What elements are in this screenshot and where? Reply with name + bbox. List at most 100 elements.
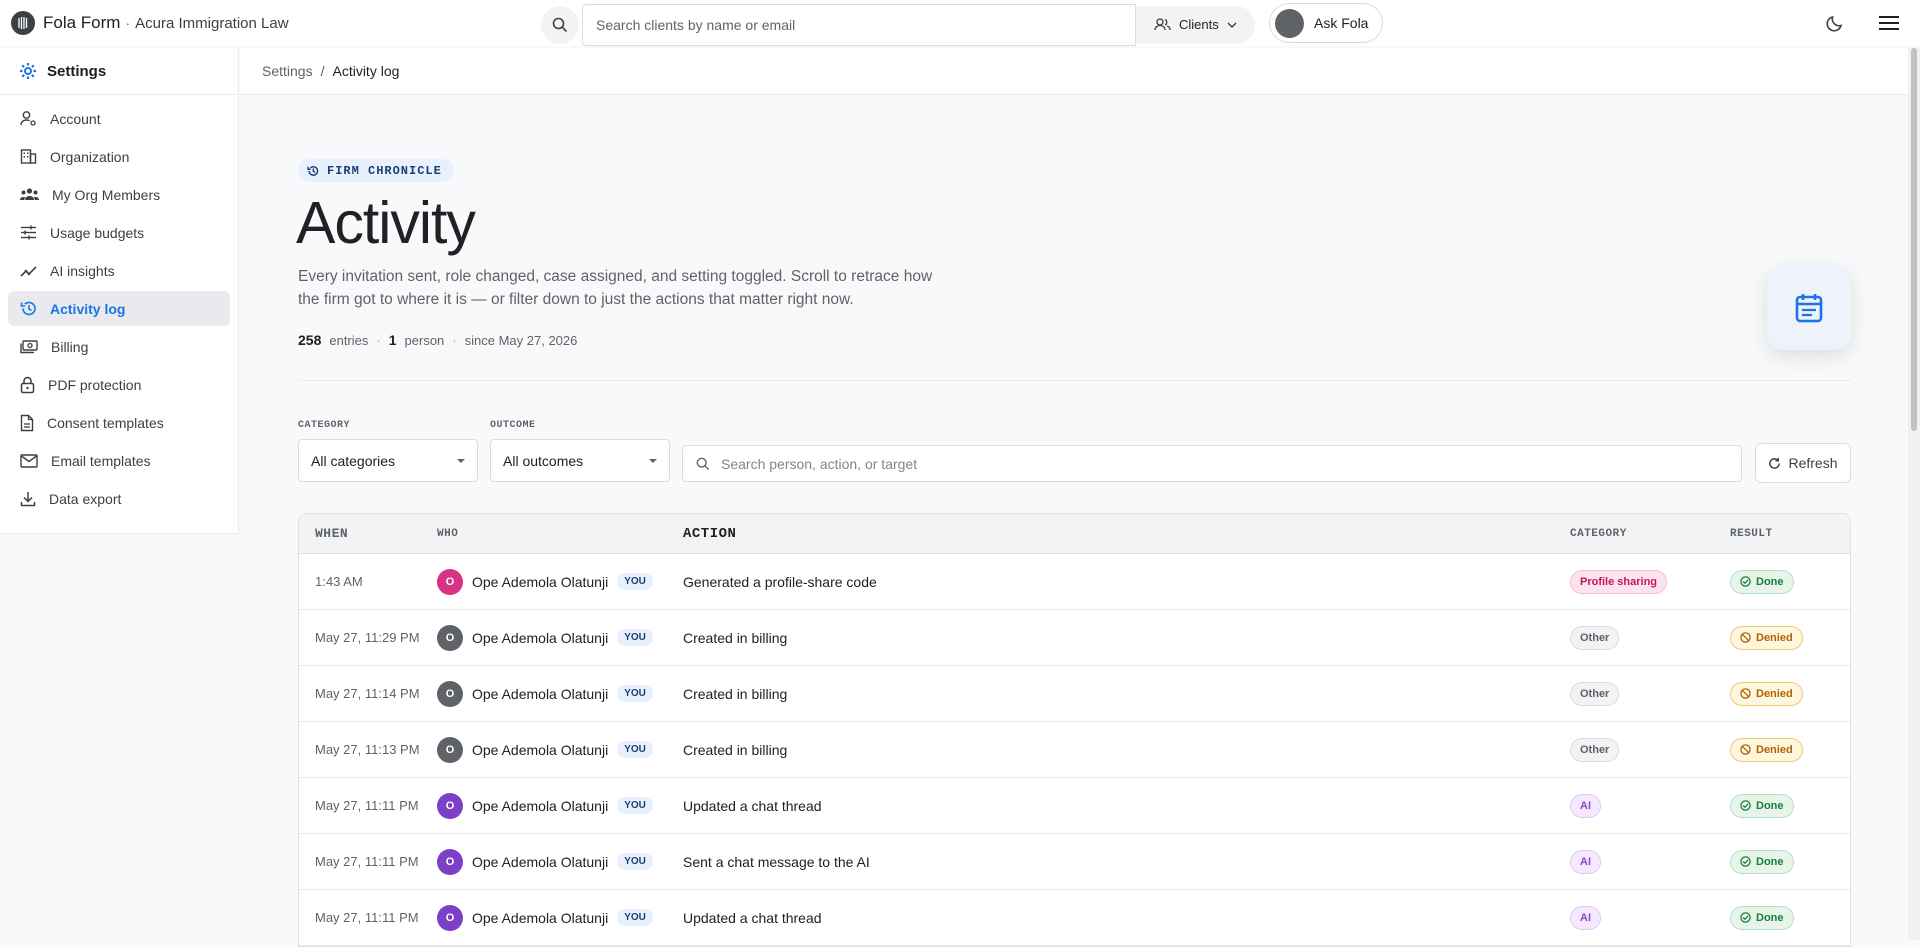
table-row[interactable]: May 27, 11:11 PM O Ope Ademola Olatunji YOU… bbox=[299, 778, 1850, 834]
sidebar-item-label: Consent templates bbox=[47, 414, 164, 431]
billing-icon bbox=[20, 339, 38, 353]
lock-icon bbox=[20, 376, 35, 393]
sidebar-item-data-export[interactable]: Data export bbox=[8, 481, 230, 516]
row-action: Sent a chat message to the AI bbox=[683, 853, 870, 870]
row-who-name: Ope Ademola Olatunji bbox=[472, 741, 609, 758]
people-icon bbox=[1154, 18, 1171, 31]
row-when: May 27, 11:11 PM bbox=[315, 910, 419, 925]
dark-mode-icon[interactable] bbox=[1822, 10, 1848, 36]
refresh-button[interactable]: Refresh bbox=[1755, 443, 1851, 483]
result-label: Denied bbox=[1756, 743, 1793, 756]
breadcrumb-parent[interactable]: Settings bbox=[262, 63, 313, 79]
header-when[interactable]: WHEN bbox=[299, 526, 437, 541]
row-category: AI bbox=[1570, 849, 1730, 874]
caret-down-icon bbox=[457, 458, 465, 463]
row-when: May 27, 11:11 PM bbox=[315, 854, 419, 869]
row-result: Done bbox=[1730, 905, 1850, 930]
sliders-icon bbox=[21, 225, 36, 240]
outcome-select[interactable]: All outcomes bbox=[490, 439, 670, 482]
header-category[interactable]: CATEGORY bbox=[1570, 528, 1730, 540]
menu-icon[interactable] bbox=[1876, 10, 1902, 36]
main-content: FIRM CHRONICLE Activity Every invitation… bbox=[240, 96, 1908, 947]
members-icon bbox=[20, 188, 39, 200]
table-row[interactable]: May 27, 11:11 PM O Ope Ademola Olatunji YOU… bbox=[299, 834, 1850, 890]
sidebar-item-org-members[interactable]: My Org Members bbox=[8, 177, 230, 212]
sidebar-item-email-templates[interactable]: Email templates bbox=[8, 443, 230, 478]
result-label: Denied bbox=[1756, 631, 1793, 644]
category-select[interactable]: All categories bbox=[298, 439, 478, 482]
you-badge: YOU bbox=[617, 797, 653, 814]
page-scrollbar[interactable] bbox=[1908, 48, 1920, 940]
stat-separator: · bbox=[376, 332, 381, 348]
result-label: Done bbox=[1756, 799, 1784, 812]
avatar: O bbox=[437, 624, 463, 651]
row-result: Denied bbox=[1730, 737, 1850, 762]
sidebar-item-pdf-protection[interactable]: PDF protection bbox=[8, 367, 230, 402]
row-who: O Ope Ademola Olatunji YOU bbox=[437, 680, 683, 707]
row-who-name: Ope Ademola Olatunji bbox=[472, 797, 609, 814]
header-action[interactable]: ACTION bbox=[683, 526, 1570, 542]
sidebar-item-label: PDF protection bbox=[48, 376, 142, 393]
row-action: Updated a chat thread bbox=[683, 797, 822, 814]
check-circle-icon bbox=[1740, 856, 1751, 867]
sidebar-item-label: Billing bbox=[51, 338, 89, 355]
sidebar-item-label: Email templates bbox=[51, 452, 151, 469]
sidebar-item-label: AI insights bbox=[50, 262, 115, 279]
sidebar-item-activity-log[interactable]: Activity log bbox=[8, 291, 230, 326]
top-actions bbox=[1822, 10, 1902, 36]
row-action: Created in billing bbox=[683, 685, 788, 702]
settings-nav: Account Organization My Org Members Usag… bbox=[0, 95, 238, 516]
row-result: Done bbox=[1730, 849, 1850, 874]
table-body: 1:43 AM O Ope Ademola Olatunji YOU Generated… bbox=[299, 554, 1850, 946]
row-who: O Ope Ademola Olatunji YOU bbox=[437, 736, 683, 763]
table-row[interactable]: 1:43 AM O Ope Ademola Olatunji YOU Generated… bbox=[299, 554, 1850, 610]
you-badge: YOU bbox=[617, 909, 653, 926]
row-who-name: Ope Ademola Olatunji bbox=[472, 853, 609, 870]
search-input[interactable]: Search clients by name or email bbox=[582, 3, 1136, 46]
breadcrumb: Settings / Activity log bbox=[240, 48, 1908, 95]
row-who-name: Ope Ademola Olatunji bbox=[472, 909, 609, 926]
header-result[interactable]: RESULT bbox=[1730, 528, 1850, 540]
row-who-name: Ope Ademola Olatunji bbox=[472, 629, 609, 646]
sidebar-item-organization[interactable]: Organization bbox=[8, 139, 230, 174]
gear-icon bbox=[20, 63, 36, 79]
activity-search-input[interactable]: Search person, action, or target bbox=[682, 445, 1742, 482]
row-who: O Ope Ademola Olatunji YOU bbox=[437, 792, 683, 819]
people-label: person bbox=[404, 332, 445, 348]
calendar-icon bbox=[1795, 294, 1823, 323]
caret-down-icon bbox=[649, 458, 657, 463]
sidebar-item-billing[interactable]: Billing bbox=[8, 329, 230, 364]
sidebar-item-consent-templates[interactable]: Consent templates bbox=[8, 405, 230, 440]
sidebar-item-usage-budgets[interactable]: Usage budgets bbox=[8, 215, 230, 250]
sidebar-item-ai-insights[interactable]: AI insights bbox=[8, 253, 230, 288]
brand[interactable]: Fola Form · Acura Immigration Law bbox=[11, 11, 289, 35]
row-category: AI bbox=[1570, 793, 1730, 818]
since-date: since May 27, 2026 bbox=[464, 332, 578, 348]
account-icon bbox=[20, 111, 36, 126]
search-placeholder: Search clients by name or email bbox=[596, 16, 796, 33]
avatar: O bbox=[437, 680, 463, 707]
table-row[interactable]: May 27, 11:29 PM O Ope Ademola Olatunji YOU… bbox=[299, 610, 1850, 666]
table-row[interactable]: May 27, 11:11 PM O Ope Ademola Olatunji YOU… bbox=[299, 890, 1850, 946]
check-circle-icon bbox=[1740, 912, 1751, 923]
search-icon[interactable] bbox=[541, 5, 579, 44]
clients-scope-button[interactable]: Clients bbox=[1136, 5, 1255, 44]
you-badge: YOU bbox=[617, 685, 653, 702]
row-action: Updated a chat thread bbox=[683, 909, 822, 926]
settings-sidebar: Settings Account Organization My Org Mem… bbox=[0, 48, 239, 534]
table-row[interactable]: May 27, 11:14 PM O Ope Ademola Olatunji YOU… bbox=[299, 666, 1850, 722]
scrollbar-thumb[interactable] bbox=[1911, 48, 1917, 431]
result-label: Denied bbox=[1756, 687, 1793, 700]
sidebar-item-account[interactable]: Account bbox=[8, 101, 230, 136]
activity-table: WHEN WHO ACTION CATEGORY RESULT 1:43 AM O… bbox=[298, 513, 1851, 947]
you-badge: YOU bbox=[617, 629, 653, 646]
category-select-value: All categories bbox=[311, 452, 396, 469]
result-badge: Denied bbox=[1730, 625, 1803, 650]
avatar: O bbox=[437, 736, 463, 763]
organization-icon bbox=[20, 149, 37, 164]
header-who[interactable]: WHO bbox=[437, 528, 683, 540]
table-header: WHEN WHO ACTION CATEGORY RESULT bbox=[299, 514, 1850, 554]
ask-fola-button[interactable]: Ask Fola bbox=[1269, 3, 1384, 43]
table-row[interactable]: May 27, 11:13 PM O Ope Ademola Olatunji YOU… bbox=[299, 722, 1850, 778]
category-badge: Other bbox=[1570, 625, 1620, 650]
